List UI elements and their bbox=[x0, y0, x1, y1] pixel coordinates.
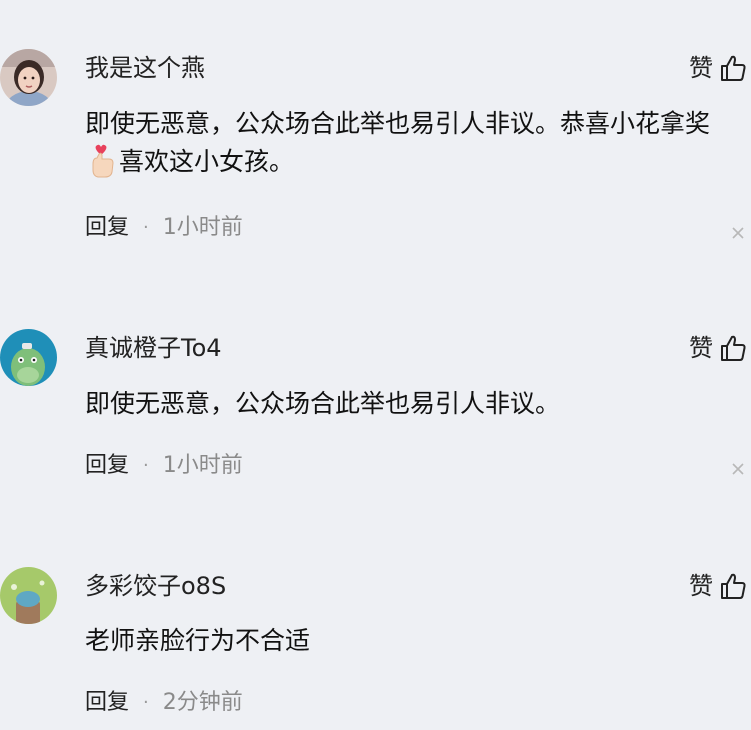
comment-text: 老师亲脸行为不合适 bbox=[85, 622, 735, 660]
thumbs-up-icon bbox=[721, 573, 746, 599]
like-button[interactable]: 赞 bbox=[689, 571, 747, 601]
like-label: 赞 bbox=[689, 572, 713, 600]
comment-item: 多彩饺子o8S 赞 老师亲脸行为不合适 回复 · 2分钟前 bbox=[0, 0, 751, 730]
comment-meta: 回复 · 2分钟前 bbox=[85, 689, 243, 717]
username[interactable]: 多彩饺子o8S bbox=[85, 571, 226, 601]
reply-button[interactable]: 回复 bbox=[85, 689, 129, 717]
comment-text-part: 老师亲脸行为不合适 bbox=[85, 626, 311, 655]
timestamp: 2分钟前 bbox=[162, 690, 243, 715]
separator-dot: · bbox=[143, 692, 149, 713]
avatar[interactable] bbox=[0, 567, 57, 624]
